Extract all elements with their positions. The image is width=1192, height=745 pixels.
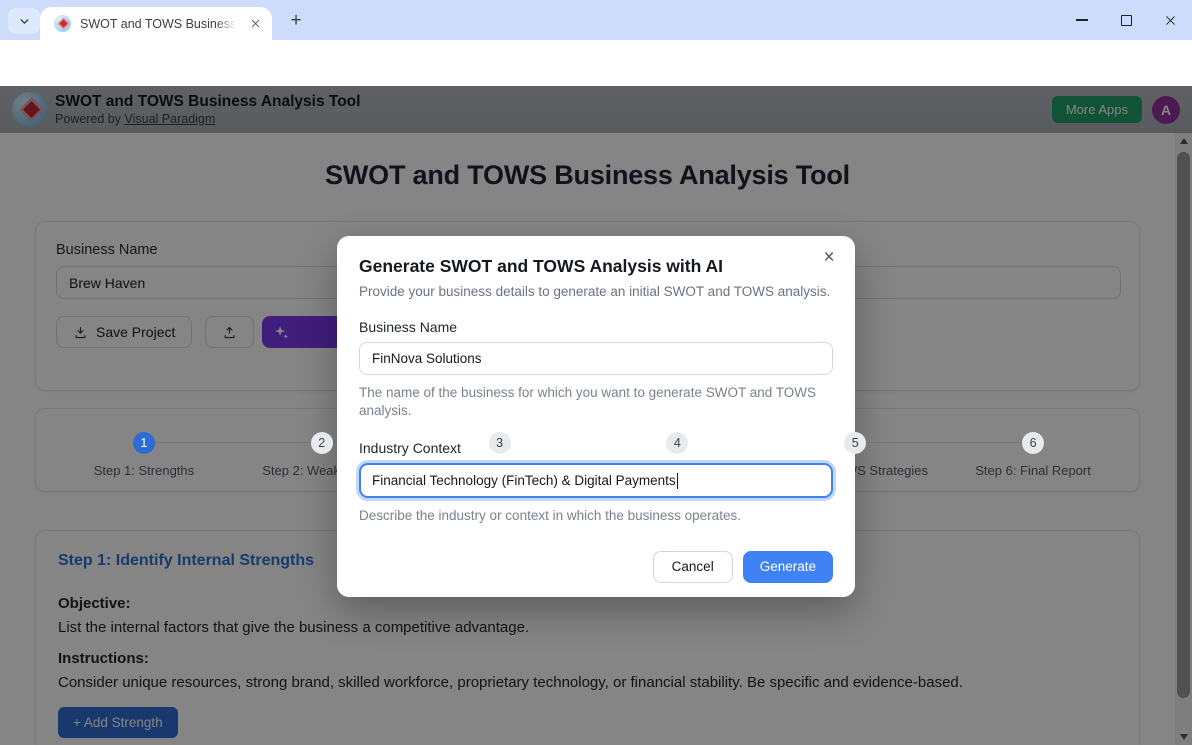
- cancel-button[interactable]: Cancel: [653, 551, 733, 583]
- chevron-down-icon: [18, 15, 31, 28]
- tab-strip: SWOT and TOWS Business Anal +: [0, 0, 1192, 40]
- maximize-button[interactable]: [1104, 0, 1148, 40]
- minimize-icon: [1076, 19, 1088, 21]
- modal-close-icon[interactable]: ×: [817, 246, 841, 270]
- minimize-button[interactable]: [1060, 0, 1104, 40]
- tab-close-icon[interactable]: [246, 15, 264, 33]
- step-number: 3: [489, 432, 511, 454]
- modal-footer: Cancel Generate: [359, 551, 833, 583]
- modal-title: Generate SWOT and TOWS Analysis with AI: [359, 256, 833, 277]
- close-window-button[interactable]: [1148, 0, 1192, 40]
- tab-title-fade: [216, 16, 242, 32]
- window-controls: [1060, 0, 1192, 40]
- modal-industry-help: Describe the industry or context in whic…: [359, 507, 833, 525]
- modal-subtitle: Provide your business details to generat…: [359, 284, 833, 299]
- text-caret: [677, 473, 678, 489]
- generate-ai-modal: × Generate SWOT and TOWS Analysis with A…: [337, 236, 855, 597]
- step-number: 1: [133, 432, 155, 454]
- browser-toolbar: ai-toolbox.visual-paradigm.com/app/swot-…: [0, 40, 1192, 86]
- new-tab-button[interactable]: +: [282, 8, 310, 34]
- tab-search-button[interactable]: [8, 8, 40, 34]
- industry-input-text: Financial Technology (FinTech) & Digital…: [372, 473, 676, 488]
- maximize-icon: [1121, 15, 1132, 26]
- step-number: 2: [311, 432, 333, 454]
- modal-business-name-help: The name of the business for which you w…: [359, 384, 833, 420]
- generate-button[interactable]: Generate: [743, 551, 833, 583]
- browser-tab[interactable]: SWOT and TOWS Business Anal: [40, 7, 272, 40]
- browser-window: SWOT and TOWS Business Anal + ai-to: [0, 0, 1192, 745]
- modal-industry-input[interactable]: Financial Technology (FinTech) & Digital…: [359, 463, 833, 498]
- site-favicon-icon: [54, 15, 71, 32]
- modal-industry-label: Industry Context: [359, 440, 833, 456]
- close-icon: [1164, 14, 1177, 27]
- step-number: 6: [1022, 432, 1044, 454]
- modal-business-name-label: Business Name: [359, 319, 833, 335]
- modal-business-name-input[interactable]: [359, 342, 833, 375]
